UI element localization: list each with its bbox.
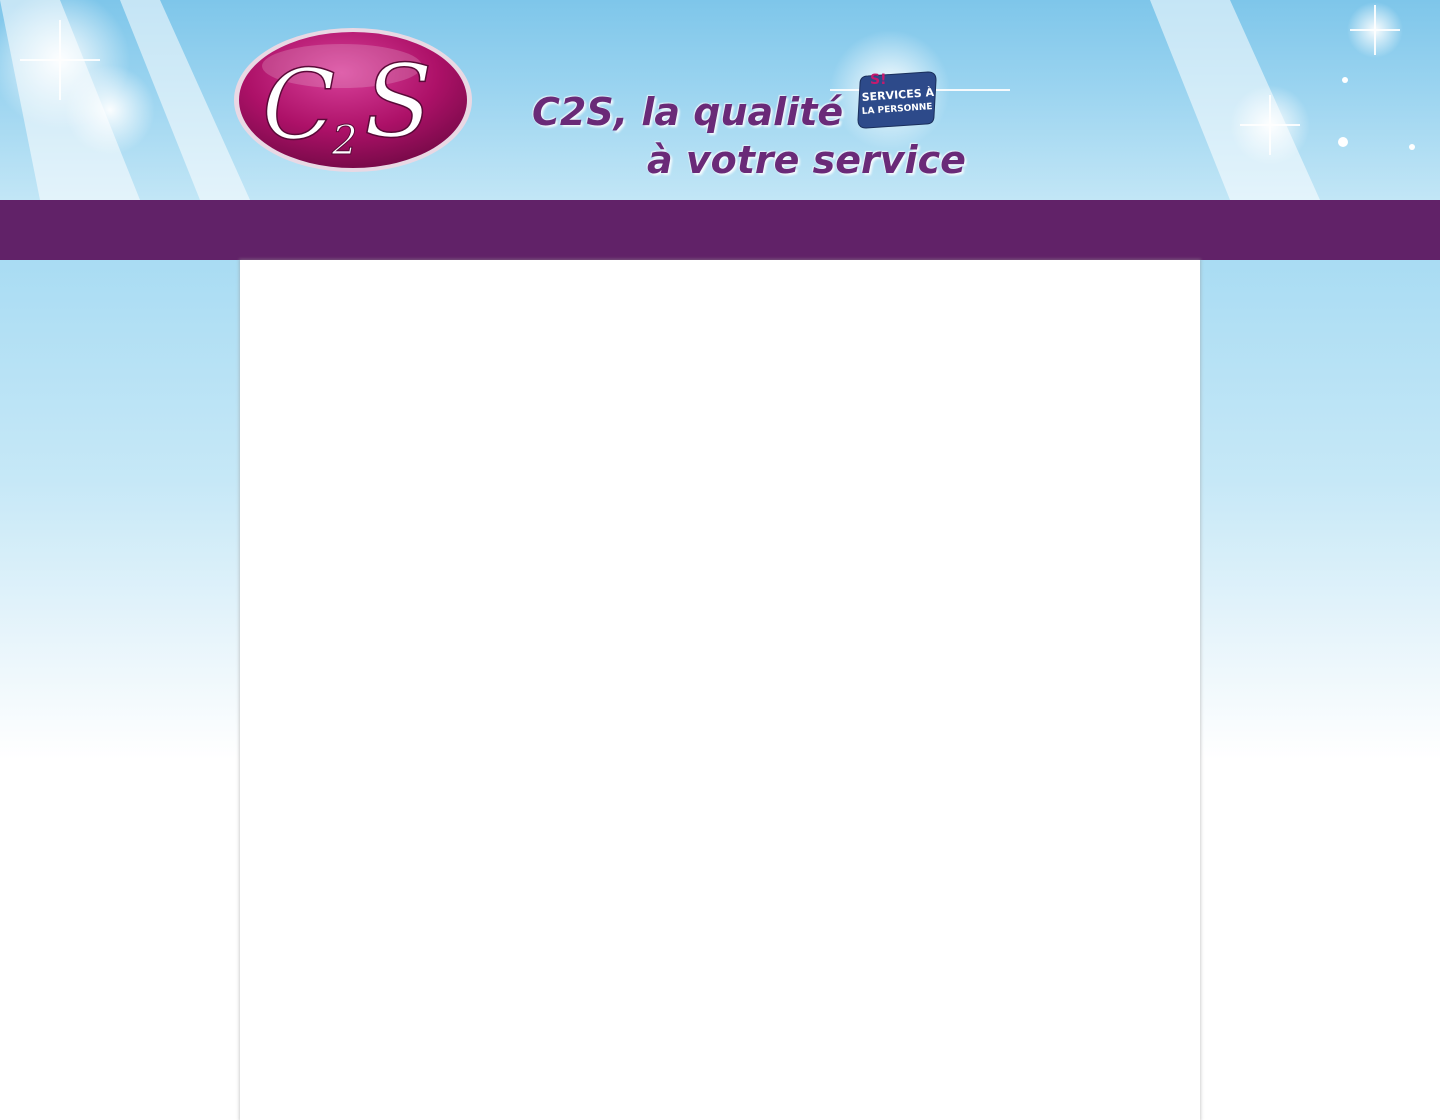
- main-content-panel: [240, 260, 1200, 1120]
- svg-text:S!: S!: [870, 72, 886, 88]
- tagline-line-2: à votre service: [647, 138, 966, 182]
- services-a-la-personne-badge: S! SERVICES À LA PERSONNE: [857, 71, 937, 129]
- svg-text:2: 2: [331, 118, 357, 164]
- svg-text:S: S: [364, 43, 433, 160]
- svg-text:C: C: [262, 49, 335, 161]
- site-header: C 2 S C2S, la qualité à votre service S!…: [0, 0, 1440, 200]
- c2s-logo[interactable]: C 2 S: [232, 26, 474, 174]
- tagline-line-1: C2S, la qualité: [532, 90, 844, 134]
- main-navigation-bar: [0, 200, 1440, 260]
